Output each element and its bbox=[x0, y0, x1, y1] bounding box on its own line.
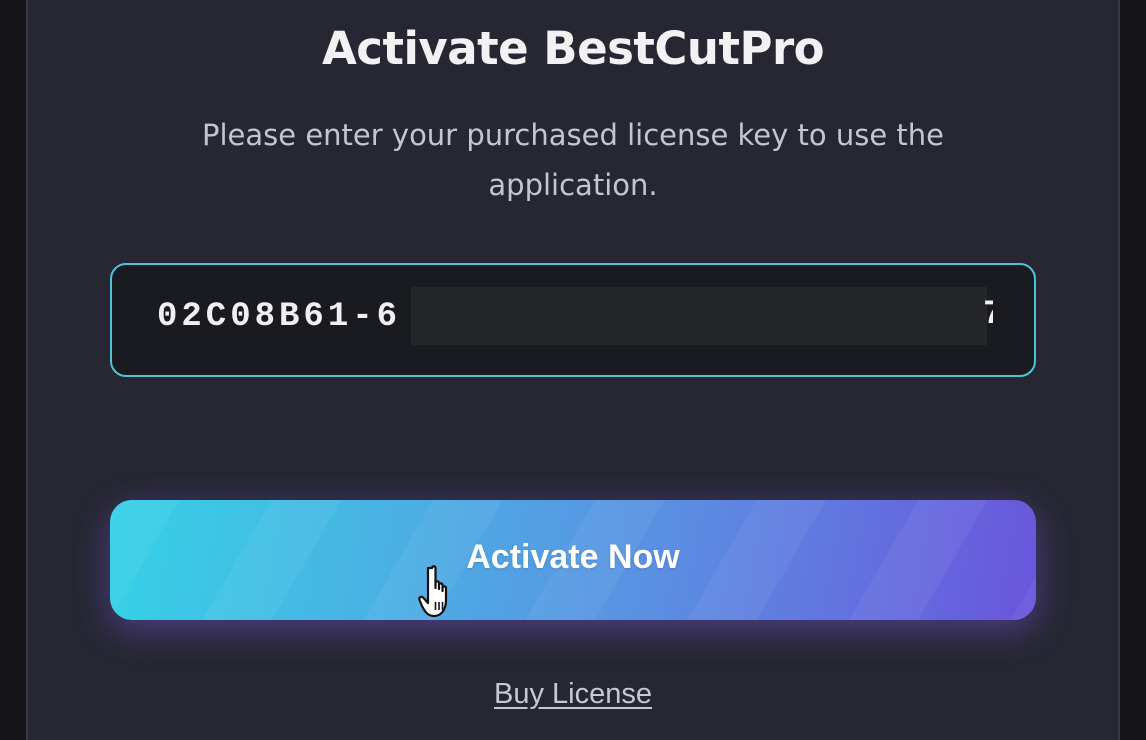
dialog-title: Activate BestCutPro bbox=[321, 22, 825, 75]
dialog-subtitle: Please enter your purchased license key … bbox=[202, 118, 944, 202]
activate-now-button[interactable]: Activate Now bbox=[110, 500, 1036, 620]
hand-pointer-icon bbox=[418, 565, 448, 618]
buy-license-link[interactable]: Buy License bbox=[0, 678, 1146, 711]
activate-now-label: Activate Now bbox=[466, 538, 680, 576]
license-key-redaction bbox=[411, 287, 987, 345]
activation-window: Activate BestCutPro Please enter your pu… bbox=[0, 0, 1146, 740]
license-key-value: 02C08B61-6 bbox=[157, 298, 402, 336]
license-key-tail: 7 bbox=[983, 296, 993, 334]
